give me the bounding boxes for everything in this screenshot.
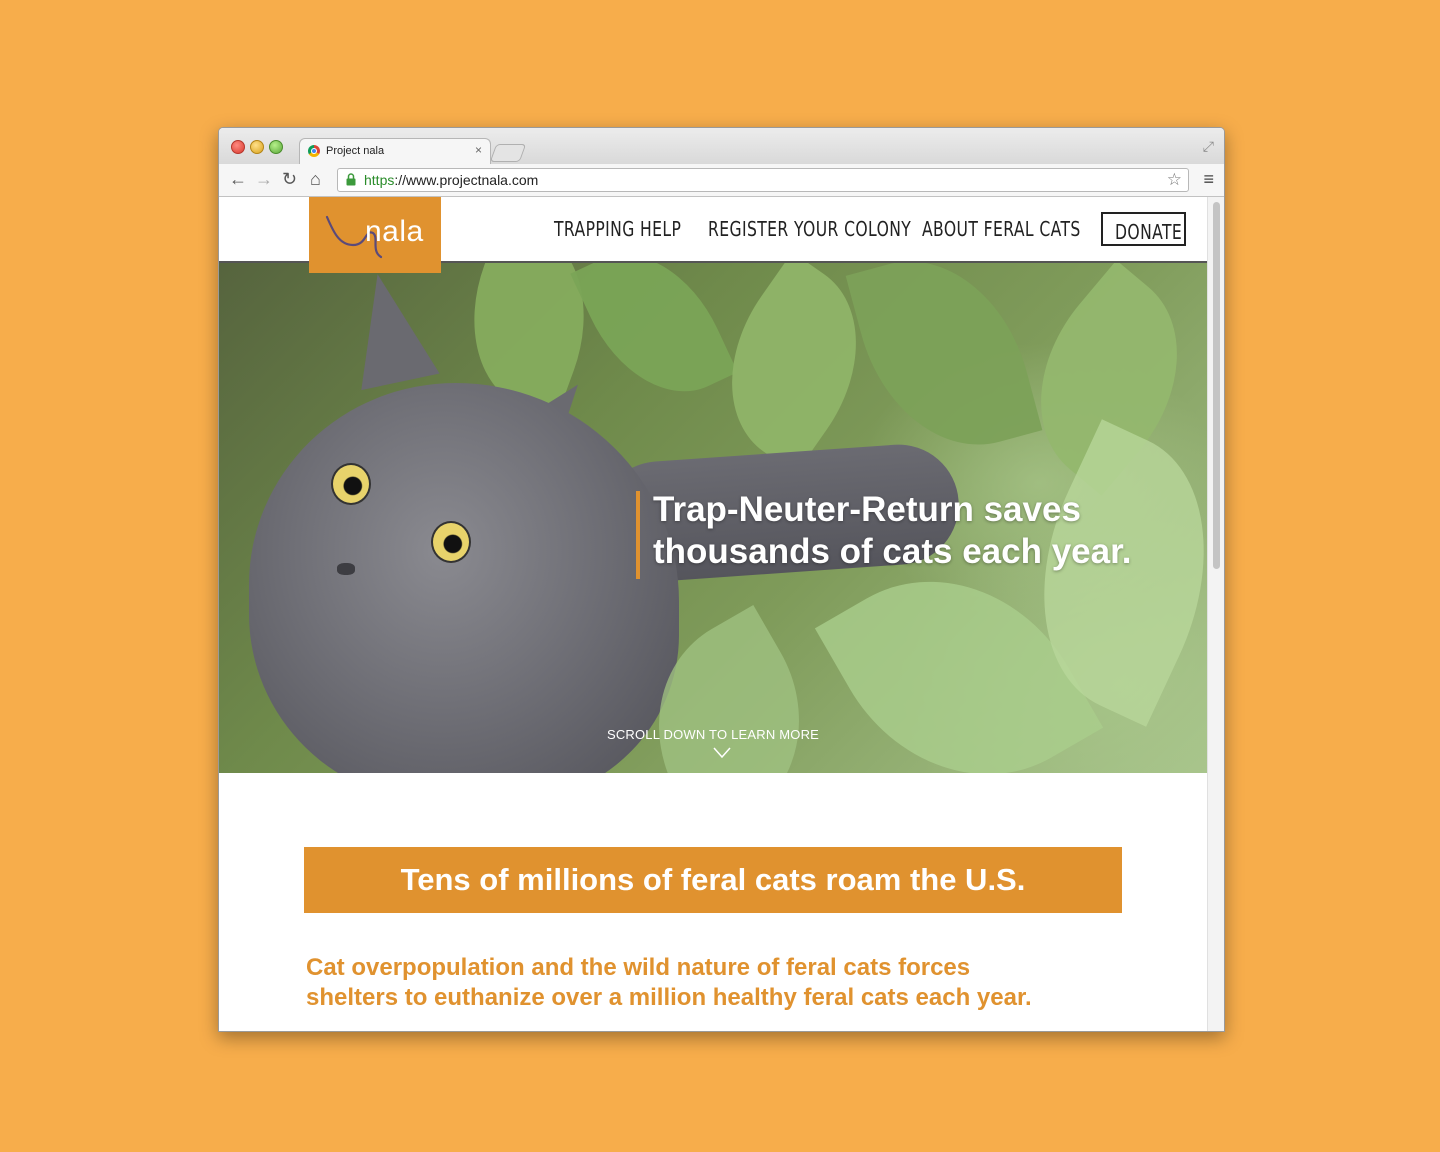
fullscreen-icon[interactable]: ⤢ (1203, 138, 1214, 155)
donate-button[interactable]: DONATE (1101, 212, 1186, 246)
hero-headline: Trap-Neuter-Return saves thousands of ca… (653, 489, 1173, 573)
hero-headline-line-1: Trap-Neuter-Return saves (653, 490, 1081, 529)
tab-title: Project nala (326, 145, 385, 157)
cat-eye-shape (331, 463, 371, 505)
scrollbar-thumb[interactable] (1213, 202, 1220, 569)
address-bar[interactable]: https://www.projectnala.com ☆ (337, 168, 1189, 192)
page-viewport: TRAPPING HELP REGISTER YOUR COLONY ABOUT… (219, 197, 1207, 1031)
new-tab-button[interactable] (489, 144, 527, 162)
cat-nose-shape (337, 563, 355, 575)
hero-headline-line-2: thousands of cats each year. (653, 532, 1132, 571)
url-scheme: https (364, 172, 395, 188)
home-icon[interactable]: ⌂ (310, 169, 321, 189)
lead-line-1: Cat overpopulation and the wild nature o… (306, 954, 971, 981)
stat-banner-text: Tens of millions of feral cats roam the … (400, 862, 1026, 897)
forward-arrow-icon[interactable]: → (255, 169, 273, 189)
site-logo[interactable]: nala (309, 197, 441, 273)
donate-label: DONATE (1115, 220, 1183, 244)
lead-paragraph: Cat overpopulation and the wild nature o… (306, 953, 1166, 1013)
reload-icon[interactable]: ↻ (282, 169, 297, 189)
nav-trapping-help[interactable]: TRAPPING HELP (554, 217, 681, 241)
nav-about-feral-cats[interactable]: ABOUT FERAL CATS (922, 217, 1081, 241)
bookmark-star-icon[interactable]: ☆ (1167, 170, 1182, 190)
cat-photo-shape (249, 383, 679, 773)
cat-ear-shape (338, 265, 440, 391)
url-text: https://www.projectnala.com (364, 172, 538, 188)
leaf-shape (570, 263, 738, 419)
minimize-window-icon[interactable] (250, 140, 264, 154)
lock-icon (346, 173, 356, 186)
back-arrow-icon[interactable]: ← (229, 169, 247, 189)
tab-close-icon[interactable]: × (475, 143, 482, 157)
cat-eye-shape (431, 521, 471, 563)
browser-window: Project nala × ⤢ ← → ↻ ⌂ https://www.pro… (218, 127, 1225, 1032)
page-scrollbar[interactable] (1207, 197, 1224, 1031)
nav-register-colony[interactable]: REGISTER YOUR COLONY (708, 217, 911, 241)
zoom-window-icon[interactable] (269, 140, 283, 154)
stat-banner: Tens of millions of feral cats roam the … (304, 847, 1122, 913)
scroll-hint[interactable]: SCROLL DOWN TO LEARN MORE (219, 727, 1207, 742)
browser-toolbar: ← → ↻ ⌂ https://www.projectnala.com ☆ ≡ (219, 164, 1224, 197)
menu-icon[interactable]: ≡ (1203, 169, 1214, 190)
lead-line-2: shelters to euthanize over a million hea… (306, 984, 1032, 1011)
browser-tab[interactable]: Project nala × (299, 138, 491, 165)
leaf-shape (845, 263, 1043, 470)
chrome-favicon-icon (308, 145, 320, 157)
chevron-down-icon[interactable] (713, 747, 731, 759)
url-host: ://www.projectnala.com (394, 172, 539, 188)
hero-accent-bar (636, 491, 640, 579)
close-window-icon[interactable] (231, 140, 245, 154)
tab-strip: Project nala × ⤢ (219, 128, 1224, 165)
logo-wordmark: nala (365, 215, 424, 248)
hero-section: Trap-Neuter-Return saves thousands of ca… (219, 263, 1207, 773)
